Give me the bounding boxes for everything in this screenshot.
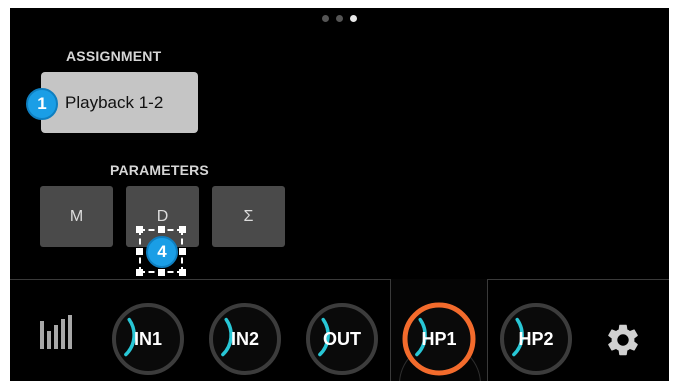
resize-handle-b[interactable] — [158, 269, 165, 276]
knob-label: HP2 — [518, 328, 554, 349]
divider — [488, 279, 669, 280]
page-indicator — [10, 15, 669, 22]
parameter-button-sigma[interactable]: Σ — [212, 186, 285, 247]
knob-hp1[interactable]: HP1 — [399, 299, 479, 379]
assignment-button-label: Playback 1-2 — [65, 92, 164, 112]
device-screen: ASSIGNMENT Playback 1-2 1 PARAMETERS M D… — [10, 8, 669, 381]
knob-in1[interactable]: IN1 — [108, 299, 188, 379]
page-dot-2[interactable] — [336, 15, 343, 22]
callout-badge-1: 1 — [26, 88, 58, 120]
knob-out[interactable]: OUT — [302, 299, 382, 379]
parameter-button-m[interactable]: M — [40, 186, 113, 247]
knob-label: IN1 — [133, 328, 162, 349]
callout-badge-4: 4 — [146, 236, 178, 268]
resize-handle-tl[interactable] — [136, 226, 143, 233]
resize-handle-bl[interactable] — [136, 269, 143, 276]
resize-handle-br[interactable] — [179, 269, 186, 276]
level-meters-icon[interactable] — [40, 315, 72, 354]
resize-handle-r[interactable] — [179, 248, 186, 255]
gear-icon[interactable] — [604, 321, 642, 364]
divider — [10, 279, 390, 280]
knob-label: IN2 — [230, 328, 259, 349]
resize-handle-tr[interactable] — [179, 226, 186, 233]
knob-label: OUT — [323, 328, 361, 349]
page-dot-3[interactable] — [350, 15, 357, 22]
resize-handle-l[interactable] — [136, 248, 143, 255]
page-dot-1[interactable] — [322, 15, 329, 22]
knob-hp2[interactable]: HP2 — [496, 299, 576, 379]
resize-handle-t[interactable] — [158, 226, 165, 233]
parameters-heading: PARAMETERS — [110, 162, 209, 178]
assignment-button[interactable]: Playback 1-2 — [41, 72, 198, 133]
knob-label: HP1 — [421, 328, 457, 349]
bottom-bar: IN1 IN2 OUT HP1 HP2 — [10, 279, 669, 381]
knob-in2[interactable]: IN2 — [205, 299, 285, 379]
assignment-heading: ASSIGNMENT — [66, 48, 162, 64]
